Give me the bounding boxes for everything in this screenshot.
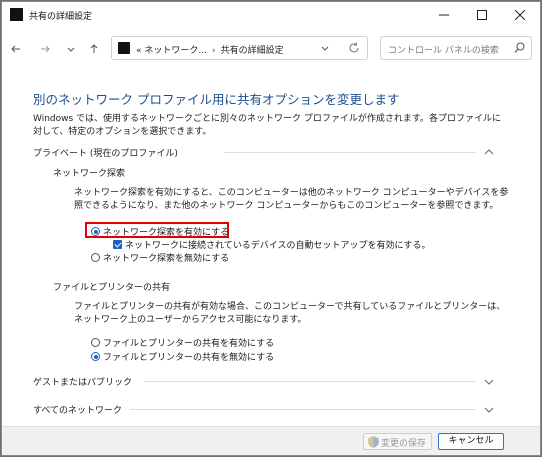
radio-selected-icon: [91, 352, 100, 361]
chevron-down-icon[interactable]: [484, 378, 494, 386]
close-icon: [515, 10, 525, 20]
chevron-up-icon[interactable]: [484, 148, 494, 156]
sharing-off-radio[interactable]: ファイルとプリンターの共有を無効にする: [91, 350, 274, 363]
breadcrumb-item-advanced-sharing[interactable]: 共有の詳細設定: [221, 46, 284, 56]
arrow-up-icon: [90, 44, 98, 53]
discovery-title: ネットワーク探索: [53, 169, 126, 179]
sharing-description: ファイルとプリンターの共有が有効な場合、このコンピューターで共有しているファイル…: [74, 302, 506, 325]
window: 共有の詳細設定 « ネットワーク... › 共有の詳細設定 コントロール パネル…: [1, 1, 541, 456]
control-panel-icon: [118, 42, 130, 54]
save-changes-label: 変更の保存: [381, 439, 427, 449]
sharing-title: ファイルとプリンターの共有: [53, 283, 171, 293]
search-box[interactable]: コントロール パネルの検索: [380, 36, 532, 60]
window-title: 共有の詳細設定: [29, 12, 93, 22]
close-button[interactable]: [501, 2, 539, 28]
forward-button[interactable]: [36, 38, 54, 60]
up-button[interactable]: [85, 38, 103, 60]
minimize-button[interactable]: [425, 2, 463, 28]
section-divider: [130, 409, 476, 410]
main-content: 別のネットワーク プロファイル用に共有オプションを変更します Windows で…: [2, 69, 540, 426]
radio-unselected-icon: [91, 253, 100, 262]
sharing-on-radio[interactable]: ファイルとプリンターの共有を有効にする: [91, 336, 274, 349]
maximize-icon: [477, 10, 487, 20]
save-changes-button[interactable]: 変更の保存: [363, 433, 432, 450]
radio-unselected-icon: [91, 338, 100, 347]
arrow-right-icon: [41, 45, 50, 53]
chevron-down-icon[interactable]: [484, 406, 494, 414]
address-bar[interactable]: « ネットワーク... › 共有の詳細設定: [111, 36, 368, 60]
auto-setup-label: ネットワークに接続されているデバイスの自動セットアップを有効にする。: [125, 241, 431, 251]
discovery-off-radio[interactable]: ネットワーク探索を無効にする: [91, 251, 229, 264]
section-all-networks-header[interactable]: すべてのネットワーク: [33, 403, 122, 416]
maximize-button[interactable]: [463, 2, 501, 28]
recent-locations-button[interactable]: [62, 38, 80, 60]
arrow-left-icon: [11, 45, 20, 53]
title-bar: 共有の詳細設定: [2, 2, 540, 28]
back-button[interactable]: [7, 38, 25, 60]
navigation-bar: « ネットワーク... › 共有の詳細設定 コントロール パネルの検索: [2, 29, 540, 69]
section-divider: [144, 381, 476, 382]
section-private-header[interactable]: プライベート (現在のプロファイル): [33, 146, 178, 159]
breadcrumb: « ネットワーク... › 共有の詳細設定: [136, 43, 284, 56]
footer-bar: 変更の保存 キャンセル: [2, 426, 540, 455]
breadcrumb-overflow[interactable]: «: [136, 46, 142, 56]
sharing-off-label: ファイルとプリンターの共有を無効にする: [103, 353, 275, 363]
refresh-icon[interactable]: [348, 42, 360, 54]
chevron-down-icon[interactable]: [320, 44, 330, 54]
intro-text: Windows では、使用するネットワークごとに別々のネットワーク プロファイル…: [33, 114, 501, 137]
app-icon: [10, 8, 23, 21]
cancel-button[interactable]: キャンセル: [438, 433, 504, 450]
discovery-off-label: ネットワーク探索を無効にする: [103, 254, 230, 264]
minimize-icon: [439, 14, 449, 16]
search-placeholder: コントロール パネルの検索: [388, 46, 499, 56]
search-icon: [514, 42, 525, 53]
breadcrumb-item-network[interactable]: ネットワーク...: [144, 46, 207, 56]
breadcrumb-separator: ›: [211, 46, 216, 56]
shield-icon: [368, 436, 379, 448]
chevron-down-icon: [67, 47, 75, 52]
auto-setup-checkbox[interactable]: ネットワークに接続されているデバイスの自動セットアップを有効にする。: [113, 238, 431, 251]
sharing-on-label: ファイルとプリンターの共有を有効にする: [103, 339, 275, 349]
page-heading: 別のネットワーク プロファイル用に共有オプションを変更します: [33, 92, 400, 107]
highlight-box: [85, 222, 229, 238]
section-divider: [224, 152, 476, 153]
checkbox-checked-icon: [113, 240, 122, 249]
discovery-description: ネットワーク探索を有効にすると、このコンピューターは他のネットワーク コンピュー…: [74, 188, 509, 211]
section-guest-header[interactable]: ゲストまたはパブリック: [33, 375, 132, 388]
